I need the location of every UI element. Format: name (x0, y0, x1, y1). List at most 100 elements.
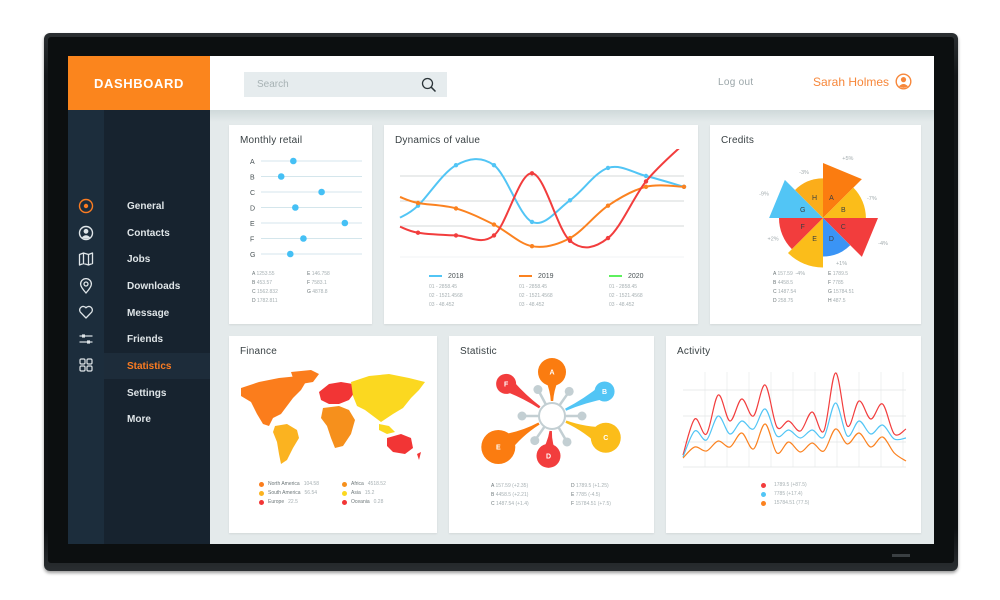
retail-row-label: B (250, 175, 255, 182)
sidebar-item-contacts[interactable]: Contacts (104, 220, 210, 246)
user-avatar-icon[interactable] (895, 73, 912, 90)
legend-detail: 01 - 2858.45 (429, 284, 458, 290)
legend-item[interactable]: 2019 (519, 271, 604, 281)
stat-item: H 487.5 (828, 298, 846, 304)
legend-item[interactable]: North America 104.58 (259, 481, 319, 487)
search-input[interactable] (257, 79, 421, 90)
map-region-europe (319, 382, 355, 404)
card-title: Finance (240, 346, 277, 357)
data-point[interactable] (605, 165, 611, 171)
grid-icon[interactable] (77, 356, 95, 374)
user-profile[interactable]: Sarah Holmes (813, 73, 912, 90)
data-point[interactable] (605, 235, 611, 241)
slice-label: B (841, 207, 846, 214)
petal-label: F (504, 381, 509, 388)
legend-item[interactable]: 2020 (609, 271, 694, 281)
data-point[interactable] (491, 233, 497, 238)
data-point[interactable] (643, 173, 649, 179)
legend-item[interactable]: South America 56.54 (259, 490, 317, 496)
statistic-chart: A B C D E F (481, 358, 621, 468)
data-point[interactable] (529, 219, 535, 225)
retail-row-label: E (250, 221, 255, 228)
card-title: Dynamics of value (395, 135, 481, 146)
data-point[interactable] (453, 163, 459, 168)
data-point[interactable] (491, 163, 497, 168)
app-logo[interactable]: DASHBOARD (68, 56, 210, 110)
slice-percent: -3% (799, 170, 809, 176)
legend-item[interactable]: Asia 15.2 (342, 490, 374, 496)
data-point[interactable] (529, 171, 535, 176)
data-point[interactable] (643, 179, 649, 184)
data-point[interactable] (567, 238, 573, 243)
sidebar-menu: General Contacts Jobs Downloads Message … (104, 110, 210, 544)
sliders-icon[interactable] (77, 330, 95, 348)
slice-percent: -9% (759, 192, 769, 198)
stat-value: 157.59 (777, 271, 793, 277)
legend-value: 7785 (+17.4) (774, 491, 803, 497)
stat-value: 1789.5 (832, 271, 849, 277)
data-point[interactable] (681, 184, 687, 189)
legend-swatch (609, 275, 622, 277)
sidebar-item-downloads[interactable]: Downloads (104, 273, 210, 299)
retail-dot[interactable] (292, 204, 299, 211)
legend-label: Oceania (351, 499, 370, 505)
data-point[interactable] (643, 184, 649, 189)
legend-item[interactable]: Oceania 0.28 (342, 499, 383, 505)
data-point[interactable] (567, 198, 573, 203)
sidebar-item-statistics[interactable]: Statistics (104, 353, 210, 379)
legend-item[interactable]: Europe 22.5 (259, 499, 298, 505)
retail-row-label: D (250, 206, 255, 213)
stat-item: G 4878.8 (307, 289, 328, 295)
search-icon[interactable] (421, 77, 437, 93)
retail-dot[interactable] (277, 173, 285, 180)
sidebar-item-settings[interactable]: Settings (104, 380, 210, 406)
legend-dot (342, 490, 347, 496)
map-icon[interactable] (77, 250, 95, 268)
legend-item[interactable]: 1789.5 (+87.5) (761, 482, 807, 488)
data-point[interactable] (415, 230, 421, 235)
legend-value: 15784.51 (77.5) (774, 500, 810, 506)
legend-dot (342, 481, 347, 487)
user-name: Sarah Holmes (813, 74, 890, 89)
retail-row-label: C (250, 190, 255, 197)
top-bar-shadow (210, 110, 934, 122)
minor-bubble (577, 411, 587, 421)
sidebar-item-general[interactable]: General (104, 193, 210, 219)
retail-dot[interactable] (300, 235, 307, 242)
retail-dot[interactable] (318, 188, 325, 196)
sidebar-item-friends[interactable]: Friends (104, 326, 210, 352)
data-point[interactable] (605, 203, 611, 208)
logout-link[interactable]: Log out (718, 77, 753, 88)
retail-dot[interactable] (286, 250, 294, 258)
data-point[interactable] (453, 233, 459, 238)
sidebar-item-jobs[interactable]: Jobs (104, 246, 210, 272)
data-point[interactable] (529, 244, 535, 249)
stat-value: 4878.8 (312, 289, 328, 295)
legend-item[interactable]: 2018 (429, 271, 514, 281)
legend-group: 2019 01 - 2858.45 02 - 1521.4568 03 - 48.45… (519, 271, 604, 308)
location-pin-icon[interactable] (77, 277, 95, 295)
heart-icon[interactable] (77, 303, 95, 321)
sidebar-item-more[interactable]: More (104, 406, 210, 432)
dynamics-chart (399, 149, 687, 258)
legend-item[interactable]: Africa 4518.52 (342, 481, 386, 487)
stat-value: 1487.54 (+1.4) (496, 501, 529, 507)
petal-label: D (546, 453, 551, 460)
target-icon[interactable] (77, 197, 95, 215)
data-point[interactable] (491, 222, 497, 227)
search-bar[interactable] (244, 72, 447, 97)
legend-item[interactable]: 15784.51 (77.5) (761, 500, 809, 506)
legend-value: 0.28 (373, 499, 384, 505)
data-point[interactable] (453, 206, 459, 211)
data-point[interactable] (415, 200, 421, 206)
stat-value: 1562.832 (257, 289, 278, 295)
slice-percent: -4% (795, 271, 805, 277)
retail-dot[interactable] (290, 157, 297, 165)
minor-bubble (517, 411, 527, 421)
user-circle-icon[interactable] (77, 224, 95, 242)
legend-item[interactable]: 7785 (+17.4) (761, 491, 803, 497)
stat-value: 15784.51 (+7.5) (575, 501, 611, 507)
monthly-retail-chart: A B C D E F G (250, 157, 362, 259)
retail-dot[interactable] (341, 219, 349, 227)
sidebar-item-message[interactable]: Message (104, 300, 210, 326)
